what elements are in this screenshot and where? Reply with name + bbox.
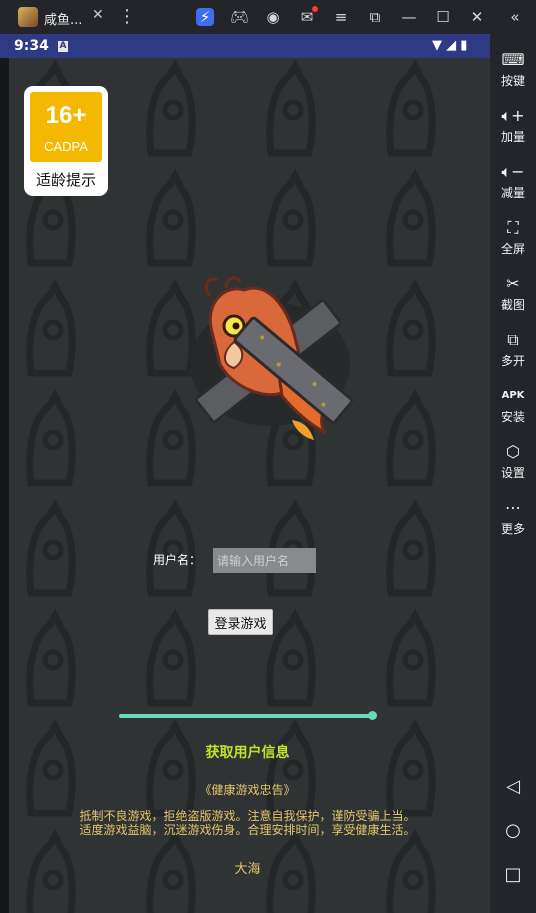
system-status-icons: ▼ ◢ ▮ [432,38,467,53]
salted-fish-logo [190,276,354,440]
health-advice-title: 《健康游戏忠告》 [199,783,296,797]
scissors-icon: ✂ [506,274,520,293]
keyboard-icon: ⌨ [501,50,525,69]
sidebar-item-label: 减量 [500,186,525,200]
progress-fill [119,714,372,718]
notification-badge-icon: A [58,41,68,52]
loading-progress-bar [119,711,377,720]
settings-icon: ⬡ [506,442,520,461]
sidebar-item-more[interactable]: ⋯ 更多 [490,498,536,537]
home-icon[interactable]: ○ [490,820,536,841]
volume-down-icon: 🔈︎− [501,162,525,181]
health-advice-line-2: 适度游戏益脑，沉迷游戏伤身。合理安排时间，享受健康生活。 [79,823,416,837]
emulator-title-bar: 咸鱼... ✕ ⋮ ⚡ 🎮︎ ◉ ✉ ≡ ⧉ — ☐ ✕ « [0,0,536,34]
account-icon[interactable]: ◉ [264,8,282,26]
battery-icon: ▮ [460,38,468,53]
app-icon [18,7,38,27]
username-label: 用户名： [153,553,202,567]
login-game-button[interactable]: 登录游戏 [208,609,273,635]
sidebar-item-multi-instance[interactable]: ⧉ 多开 [490,330,536,369]
sidebar-item-settings[interactable]: ⬡ 设置 [490,442,536,481]
sidebar-item-label: 加量 [500,130,525,144]
progress-knob [368,711,377,720]
fetch-user-info-button[interactable]: 获取用户信息 [0,742,495,762]
fullscreen-icon: ⛶ [507,218,519,237]
mail-icon[interactable]: ✉ [298,6,318,26]
boost-icon[interactable]: ⚡ [196,8,214,26]
sidebar-item-label: 更多 [500,522,525,536]
tab-menu-icon[interactable]: ⋮ [118,6,136,27]
sidebar-item-install[interactable]: APK 安装 [490,386,536,425]
sidebar-item-label: 按键 [500,74,525,88]
sidebar-item-label: 截图 [500,298,525,312]
volume-up-icon: 🔈︎+ [501,106,525,125]
sidebar-item-volume-down[interactable]: 🔈︎− 减量 [490,162,536,201]
android-status-bar [0,34,490,58]
gamepad-icon[interactable]: 🎮︎ [230,8,249,26]
age-rating-org: CADPA [44,139,88,154]
age-rating-box: 16+ CADPA [30,92,102,162]
age-rating-value: 16+ [45,102,87,129]
sidebar-item-label: 全屏 [500,242,525,256]
close-window-icon[interactable]: ✕ [468,8,486,26]
sidebar-item-keys[interactable]: ⌨ 按键 [490,50,536,89]
popout-icon[interactable]: ⧉ [366,8,384,26]
wifi-icon: ▼ [432,38,442,53]
age-rating-caption: 适龄提示 [35,171,96,189]
sidebar-item-label: 安装 [500,410,525,424]
menu-icon[interactable]: ≡ [332,8,350,26]
sidebar-item-screenshot[interactable]: ✂ 截图 [490,274,536,313]
signal-icon: ◢ [446,38,457,53]
username-input[interactable] [213,548,316,573]
age-rating-badge[interactable]: 16+ CADPA 适龄提示 [24,86,108,196]
collapse-sidebar-icon[interactable]: « [506,8,524,26]
back-icon[interactable]: ◁ [490,776,536,797]
sidebar-item-volume-up[interactable]: 🔈︎+ 加量 [490,106,536,145]
window-tab-title[interactable]: 咸鱼... [44,9,82,28]
minimize-icon[interactable]: — [400,8,418,26]
multi-instance-icon: ⧉ [507,330,519,349]
sidebar-item-fullscreen[interactable]: ⛶ 全屏 [490,218,536,257]
maximize-icon[interactable]: ☐ [434,8,452,26]
recents-icon[interactable]: □ [490,864,536,885]
more-icon: ⋯ [505,498,521,517]
apk-install-icon: APK [501,390,525,401]
sidebar-item-label: 设置 [500,466,525,480]
footer-author: 大海 [234,862,261,877]
emulator-sidebar: ⌨ 按键 🔈︎+ 加量 🔈︎− 减量 ⛶ 全屏 ✂ 截图 ⧉ 多开 APK 安装… [490,34,536,913]
sidebar-item-label: 多开 [500,354,525,368]
status-time: 9:34 [14,38,49,54]
tab-close-icon[interactable]: ✕ [92,7,104,23]
